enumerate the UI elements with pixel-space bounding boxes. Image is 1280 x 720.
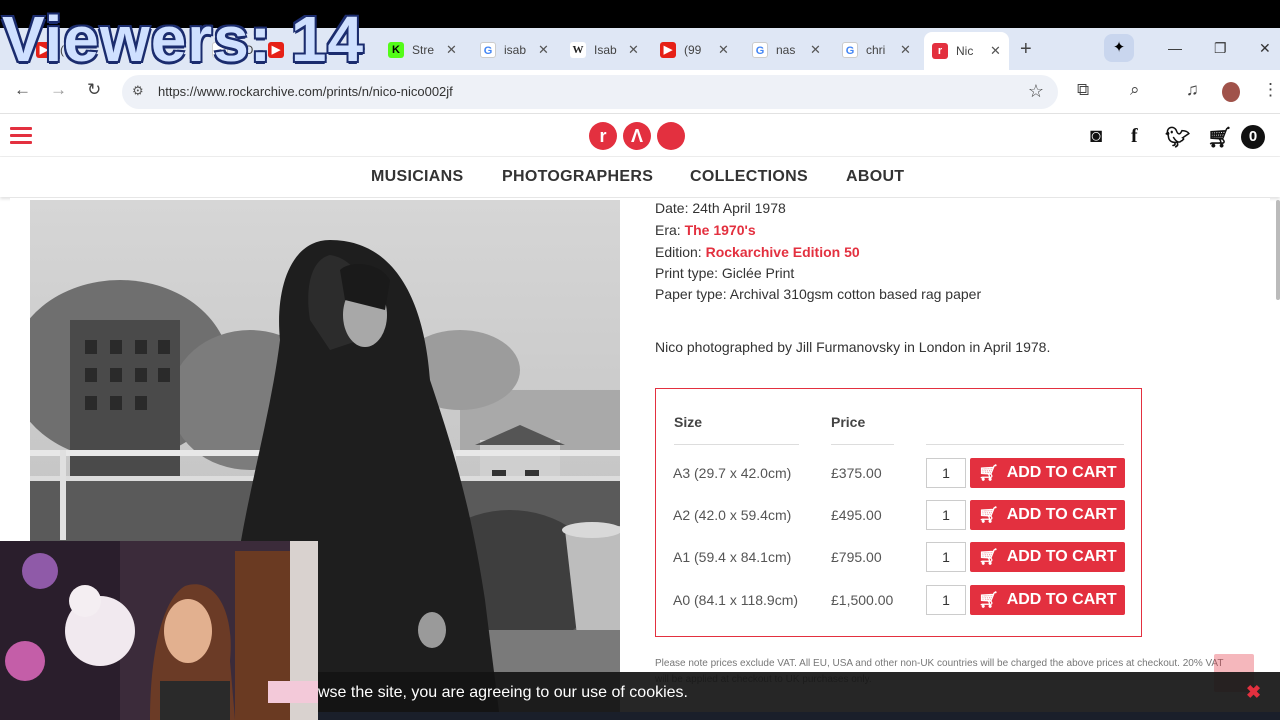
bookmark-star-icon[interactable]: ☆ bbox=[1028, 81, 1044, 102]
close-tab-icon[interactable]: ✕ bbox=[810, 42, 821, 58]
browser-toolbar: ← → ↻ ⚙ https://www.rockarchive.com/prin… bbox=[0, 70, 1280, 114]
add-to-cart-button[interactable]: 🛒︎ ADD TO CART bbox=[970, 585, 1125, 615]
tab-wikipedia[interactable]: W Isab ✕ bbox=[562, 36, 647, 64]
quantity-input[interactable]: 1 bbox=[926, 458, 966, 488]
extensions-icon[interactable]: ⧉ bbox=[1077, 80, 1089, 100]
tab-rockarchive-active[interactable]: r Nic ✕ bbox=[924, 32, 1009, 70]
address-bar[interactable]: ⚙ https://www.rockarchive.com/prints/n/n… bbox=[122, 75, 1058, 109]
price-value: £1,500.00 bbox=[831, 592, 894, 608]
add-to-cart-button[interactable]: 🛒︎ ADD TO CART bbox=[970, 500, 1125, 530]
menu-kebab-icon[interactable]: ⋮ bbox=[1262, 80, 1279, 100]
site-settings-icon[interactable]: ⚙ bbox=[132, 83, 144, 99]
close-tab-icon[interactable]: ✕ bbox=[628, 42, 639, 58]
nav-musicians[interactable]: MUSICIANS bbox=[371, 168, 463, 186]
print-type-row: Print type: Giclée Print bbox=[655, 265, 795, 281]
webcam-overlay bbox=[0, 541, 318, 720]
forward-icon[interactable]: → bbox=[50, 80, 67, 100]
hamburger-menu-icon[interactable] bbox=[10, 127, 32, 145]
add-to-cart-button[interactable]: 🛒︎ ADD TO CART bbox=[970, 458, 1125, 488]
viewer-count-overlay: Viewers: 14 bbox=[2, 3, 365, 75]
price-row-a1: A1 (59.4 x 84.1cm) £795.00 1 🛒︎ ADD TO CA… bbox=[656, 541, 1143, 573]
search-tabs-icon[interactable]: ⌕ bbox=[1130, 80, 1140, 100]
back-icon[interactable]: ← bbox=[14, 80, 31, 100]
date-row: Date: 24th April 1978 bbox=[655, 200, 786, 216]
nav-photographers[interactable]: PHOTOGRAPHERS bbox=[502, 168, 653, 186]
site-header: r Λ ◙ f 🐦︎ 🛒︎ bbox=[0, 115, 1280, 157]
google-icon: G bbox=[752, 42, 768, 58]
rockarchive-logo[interactable]: r Λ bbox=[589, 122, 685, 150]
nav-collections[interactable]: COLLECTIONS bbox=[690, 168, 808, 186]
pricing-table: Size Price A3 (29.7 x 42.0cm) £375.00 1 … bbox=[655, 388, 1142, 637]
rockarchive-icon: r bbox=[932, 43, 948, 59]
quantity-input[interactable]: 1 bbox=[926, 500, 966, 530]
twitter-icon[interactable]: 🐦︎ bbox=[1165, 125, 1190, 150]
close-tab-icon[interactable]: ✕ bbox=[538, 42, 549, 58]
tab-google-nas[interactable]: G nas ✕ bbox=[744, 36, 829, 64]
minimize-icon[interactable]: — bbox=[1168, 40, 1182, 56]
media-control-icon[interactable]: ♫ bbox=[1186, 80, 1199, 100]
cart-icon[interactable]: 🛒︎ bbox=[1207, 125, 1232, 150]
divider bbox=[831, 444, 894, 445]
price-row-a0: A0 (84.1 x 118.9cm) £1,500.00 1 🛒︎ ADD TO… bbox=[656, 584, 1143, 616]
cookie-close-icon[interactable]: ✖ bbox=[1246, 682, 1261, 703]
price-header: Price bbox=[831, 414, 866, 430]
photo-caption: Nico photographed by Jill Furmanovsky in… bbox=[655, 339, 1051, 355]
tab-kick[interactable]: K Stre ✕ bbox=[380, 36, 465, 64]
close-tab-icon[interactable]: ✕ bbox=[990, 43, 1001, 59]
era-link[interactable]: The 1970's bbox=[685, 222, 756, 238]
close-tab-icon[interactable]: ✕ bbox=[900, 42, 911, 58]
url-text[interactable]: https://www.rockarchive.com/prints/n/nic… bbox=[158, 84, 453, 99]
kick-icon: K bbox=[388, 42, 404, 58]
quantity-input[interactable]: 1 bbox=[926, 542, 966, 572]
edition-link[interactable]: Rockarchive Edition 50 bbox=[706, 244, 860, 260]
wikipedia-icon: W bbox=[570, 42, 586, 58]
close-tab-icon[interactable]: ✕ bbox=[718, 42, 729, 58]
facebook-icon[interactable]: f bbox=[1131, 125, 1138, 148]
profile-avatar[interactable] bbox=[1222, 82, 1240, 102]
cookie-banner: wse the site, you are agreeing to our us… bbox=[318, 672, 1280, 712]
cart-icon: 🛒︎ bbox=[978, 549, 999, 566]
paper-type-row: Paper type: Archival 310gsm cotton based… bbox=[655, 286, 982, 302]
new-tab-button[interactable]: + bbox=[1020, 38, 1032, 61]
page-scrollbar[interactable] bbox=[1276, 200, 1280, 300]
cart-count-badge[interactable]: 0 bbox=[1241, 125, 1265, 149]
google-icon: G bbox=[842, 42, 858, 58]
size-label: A2 (42.0 x 59.4cm) bbox=[673, 507, 792, 523]
main-nav: MUSICIANS PHOTOGRAPHERS COLLECTIONS ABOU… bbox=[0, 157, 1280, 197]
youtube-icon: ▶ bbox=[660, 42, 676, 58]
price-value: £375.00 bbox=[831, 465, 882, 481]
add-to-cart-button[interactable]: 🛒︎ ADD TO CART bbox=[970, 542, 1125, 572]
size-header: Size bbox=[674, 414, 703, 430]
tab-google-chri[interactable]: G chri ✕ bbox=[834, 36, 919, 64]
restore-icon[interactable]: ❐ bbox=[1214, 40, 1227, 57]
tab-youtube-99[interactable]: ▶ (99 ✕ bbox=[652, 36, 737, 64]
google-icon: G bbox=[480, 42, 496, 58]
cart-icon: 🛒︎ bbox=[978, 507, 999, 524]
quantity-input[interactable]: 1 bbox=[926, 585, 966, 615]
nav-about[interactable]: ABOUT bbox=[846, 168, 904, 186]
price-value: £495.00 bbox=[831, 507, 882, 523]
close-tab-icon[interactable]: ✕ bbox=[446, 42, 457, 58]
edition-row: Edition: Rockarchive Edition 50 bbox=[655, 244, 860, 260]
price-value: £795.00 bbox=[831, 549, 882, 565]
cookie-message: wse the site, you are agreeing to our us… bbox=[318, 684, 688, 701]
era-row: Era: The 1970's bbox=[655, 222, 756, 238]
size-label: A3 (29.7 x 42.0cm) bbox=[673, 465, 792, 481]
price-row-a2: A2 (42.0 x 59.4cm) £495.00 1 🛒︎ ADD TO CA… bbox=[656, 499, 1143, 531]
tab-google-isab[interactable]: G isab ✕ bbox=[472, 36, 557, 64]
taskbar bbox=[318, 712, 1280, 720]
cart-icon: 🛒︎ bbox=[978, 592, 999, 609]
gemini-icon[interactable]: ✦ bbox=[1104, 34, 1134, 62]
size-label: A0 (84.1 x 118.9cm) bbox=[673, 592, 799, 608]
cart-icon: 🛒︎ bbox=[978, 465, 999, 482]
instagram-icon[interactable]: ◙ bbox=[1090, 125, 1102, 148]
price-row-a3: A3 (29.7 x 42.0cm) £375.00 1 🛒︎ ADD TO CA… bbox=[656, 457, 1143, 489]
size-label: A1 (59.4 x 84.1cm) bbox=[673, 549, 792, 565]
reload-icon[interactable]: ↻ bbox=[87, 80, 101, 100]
close-window-icon[interactable]: ✕ bbox=[1259, 40, 1271, 57]
divider bbox=[674, 444, 799, 445]
divider bbox=[926, 444, 1124, 445]
